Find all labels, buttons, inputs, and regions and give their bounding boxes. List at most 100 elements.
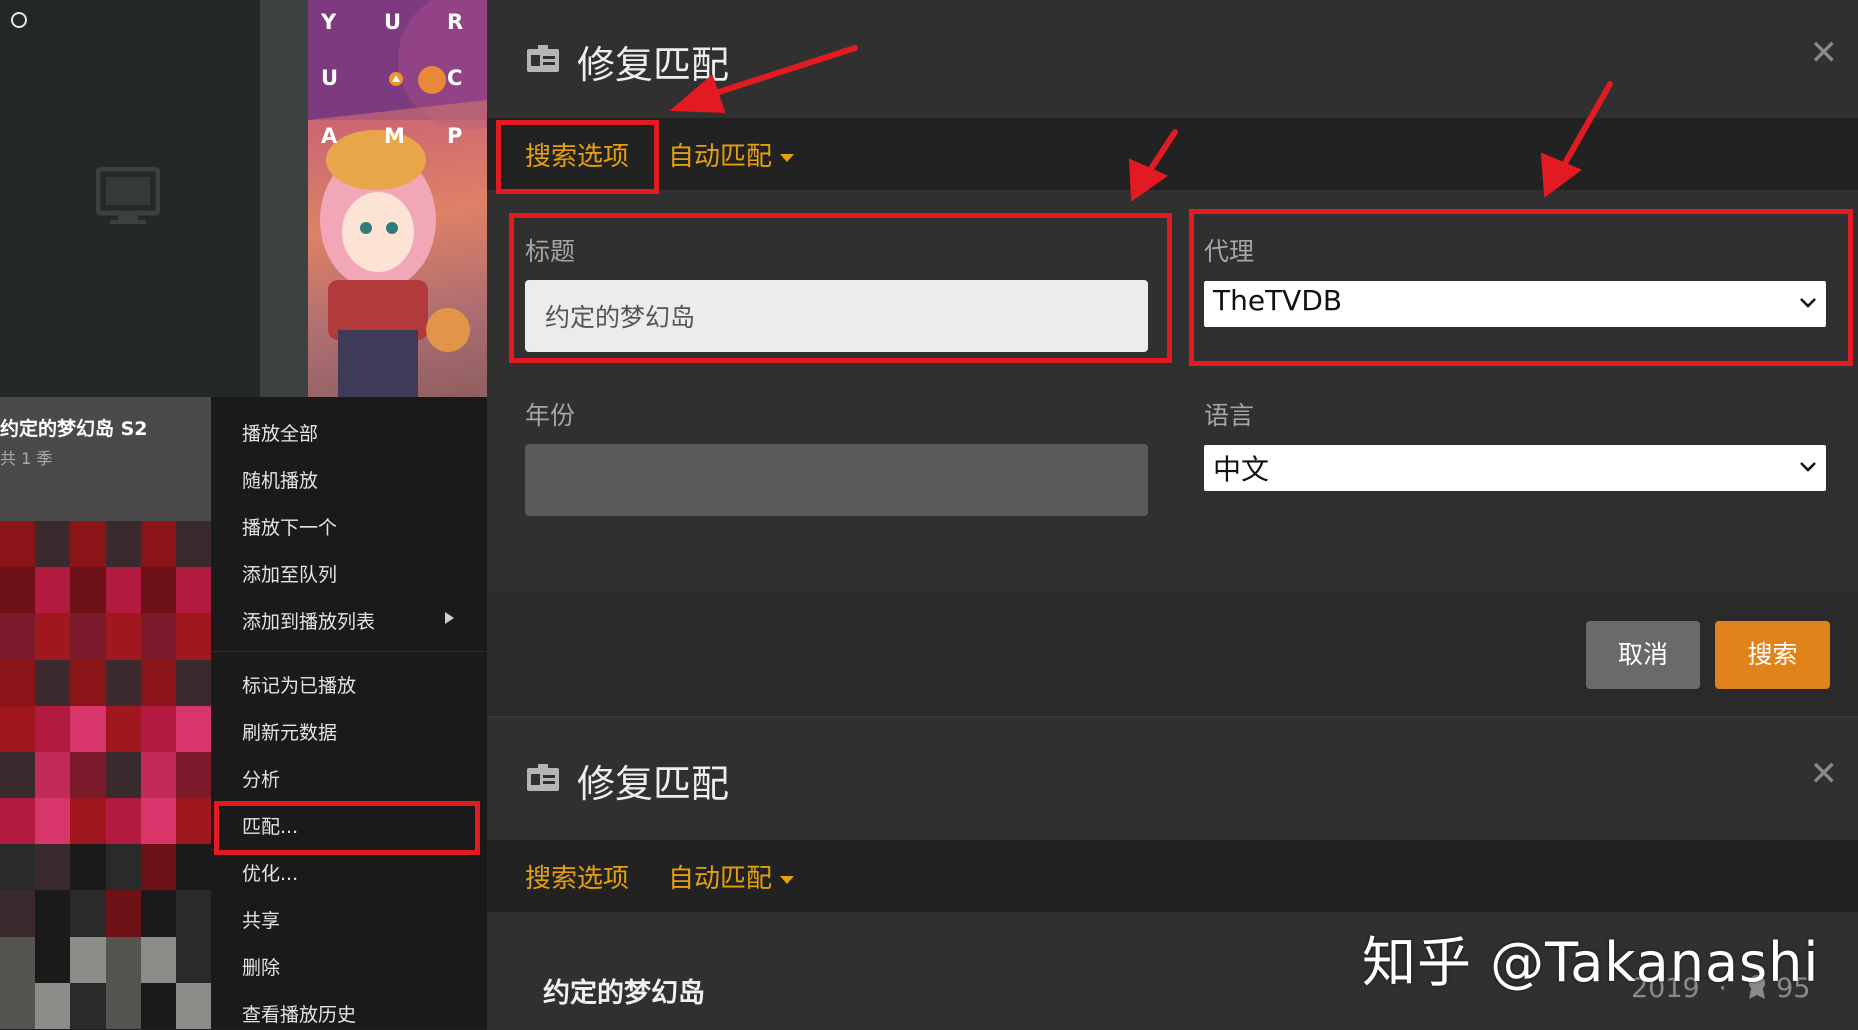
menu-item-refresh-metadata[interactable]: 刷新元数据 [242, 718, 337, 745]
mosaic-cell [35, 613, 71, 660]
close-icon[interactable]: ✕ [1810, 757, 1839, 791]
agent-select[interactable]: TheTVDB [1204, 281, 1826, 327]
mosaic-cell [0, 844, 36, 891]
close-icon[interactable]: ✕ [1810, 36, 1839, 70]
menu-item-add-to-playlist[interactable]: 添加到播放列表 [242, 607, 375, 634]
language-select-value: 中文 [1213, 453, 1270, 486]
fix-match-dialog: 修复匹配 ✕ 搜索选项 自动匹配 标题 代理 TheTVDB 年份 语言 中文 … [487, 0, 1858, 716]
media-tile-placeholder[interactable] [0, 0, 260, 397]
poster-letter: R [447, 10, 464, 34]
mosaic-cell [0, 936, 36, 983]
mosaic-cell [105, 567, 141, 614]
menu-item-optimize[interactable]: 优化... [242, 859, 298, 886]
mosaic-cell [0, 798, 36, 845]
mosaic-cell [140, 659, 176, 706]
menu-item-analyze[interactable]: 分析 [242, 765, 280, 792]
mosaic-cell [175, 567, 211, 614]
show-poster[interactable]: Y U R U C A M P [308, 0, 487, 397]
title-label: 标题 [525, 237, 576, 266]
mosaic-cell [105, 751, 141, 799]
agent-label: 代理 [1204, 237, 1255, 266]
tile-gap [260, 0, 308, 397]
tab-bar: 搜索选项 自动匹配 [487, 118, 1858, 190]
mosaic-cell [70, 705, 106, 752]
mosaic-cell [105, 659, 141, 706]
select-radio[interactable] [11, 12, 27, 28]
mosaic-cell [175, 798, 211, 845]
library-panel: Y U R U C A M P 约定的梦幻岛 S2 共 1 季 播放全部 随机播… [0, 0, 487, 1029]
year-label: 年份 [525, 401, 576, 430]
mosaic-cell [35, 844, 71, 891]
mosaic-cell [140, 521, 176, 568]
tab-auto-match[interactable]: 自动匹配 [668, 858, 795, 895]
poster-letter: C [447, 66, 463, 90]
language-label: 语言 [1204, 401, 1255, 430]
mosaic-cell [140, 798, 176, 845]
mosaic-cell [0, 567, 36, 614]
poster-letter: U [384, 10, 402, 34]
menu-item-mark-played[interactable]: 标记为已播放 [242, 671, 356, 698]
tab-auto-match-label: 自动匹配 [668, 142, 773, 172]
poster-letter: P [447, 124, 463, 148]
mosaic-cell [35, 982, 71, 1029]
mosaic-cell [0, 613, 36, 660]
mosaic-cell [0, 705, 36, 752]
menu-item-play-all[interactable]: 播放全部 [242, 419, 318, 446]
menu-item-play-next[interactable]: 播放下一个 [242, 513, 337, 540]
pixelated-thumbnail[interactable] [0, 521, 211, 1029]
mosaic-cell [140, 844, 176, 891]
mosaic-cell [70, 567, 106, 614]
dialog-title: 修复匹配 [577, 43, 730, 87]
watermark: 知乎 @Takanashi [1362, 931, 1820, 994]
mosaic-cell [140, 613, 176, 660]
mosaic-cell [70, 982, 106, 1029]
mosaic-cell [175, 659, 211, 706]
id-card-icon [527, 45, 559, 72]
search-button[interactable]: 搜索 [1715, 621, 1830, 689]
mosaic-cell [70, 521, 106, 568]
chevron-down-icon [1800, 462, 1816, 472]
caret-down-icon [780, 153, 795, 162]
language-select[interactable]: 中文 [1204, 445, 1826, 491]
menu-item-play-history[interactable]: 查看播放历史 [242, 1000, 356, 1027]
mosaic-cell [70, 659, 106, 706]
menu-divider [211, 651, 487, 652]
year-input[interactable] [525, 444, 1148, 516]
mosaic-cell [175, 521, 211, 568]
menu-item-shuffle[interactable]: 随机播放 [242, 466, 318, 493]
mosaic-cell [105, 890, 141, 937]
chevron-down-icon [1800, 298, 1816, 308]
mosaic-cell [140, 936, 176, 983]
tv-icon [96, 167, 160, 224]
menu-item-share[interactable]: 共享 [242, 906, 280, 933]
tab-bar: 搜索选项 自动匹配 [487, 840, 1858, 912]
menu-item-match[interactable]: 匹配... [242, 812, 298, 839]
tab-search-options[interactable]: 搜索选项 [525, 136, 629, 173]
poster-triangle-icon [389, 72, 403, 86]
mosaic-cell [70, 844, 106, 891]
poster-letter: M [384, 124, 405, 148]
tab-search-options[interactable]: 搜索选项 [525, 858, 629, 895]
mosaic-cell [70, 751, 106, 799]
poster-letter: A [321, 124, 338, 148]
dialog-header: 修复匹配 ✕ [487, 717, 1858, 835]
mosaic-cell [70, 936, 106, 983]
mosaic-cell [35, 521, 71, 568]
mosaic-cell [175, 751, 211, 799]
mosaic-cell [35, 659, 71, 706]
title-input[interactable] [525, 280, 1148, 352]
dialog-title: 修复匹配 [577, 762, 730, 806]
mosaic-cell [105, 844, 141, 891]
mosaic-cell [35, 936, 71, 983]
show-card[interactable]: 约定的梦幻岛 S2 共 1 季 [0, 397, 211, 521]
poster-letter: U [321, 66, 339, 90]
menu-item-add-to-queue[interactable]: 添加至队列 [242, 560, 337, 587]
poster-letter: Y [321, 10, 337, 34]
show-title[interactable]: 约定的梦幻岛 S2 [0, 414, 148, 441]
menu-item-delete[interactable]: 删除 [242, 953, 280, 980]
match-result-title[interactable]: 约定的梦幻岛 [543, 971, 705, 1010]
mosaic-cell [140, 705, 176, 752]
poster-art [308, 0, 487, 397]
cancel-button[interactable]: 取消 [1586, 621, 1700, 689]
tab-auto-match[interactable]: 自动匹配 [668, 136, 795, 173]
